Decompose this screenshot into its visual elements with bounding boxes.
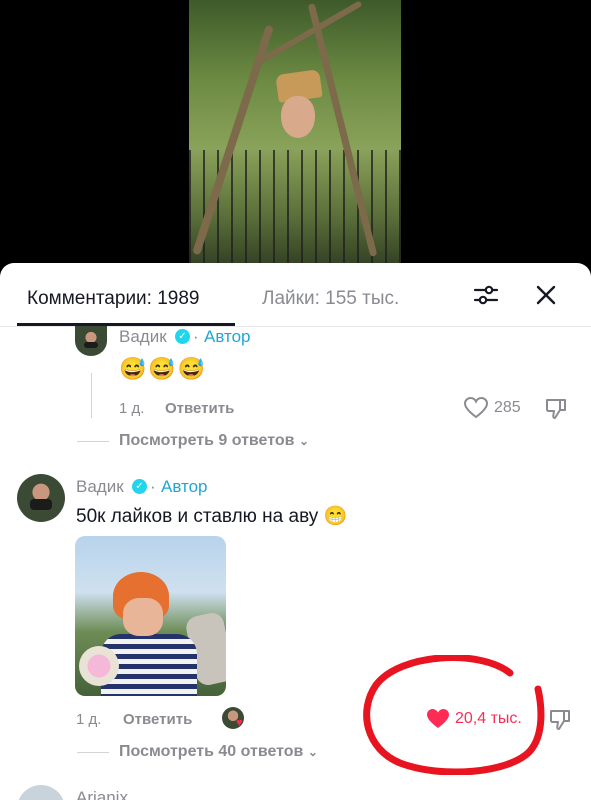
video-player[interactable] xyxy=(189,0,401,270)
separator-dot: · xyxy=(150,477,156,496)
close-icon[interactable] xyxy=(533,282,559,308)
view-replies-label: Посмотреть 9 ответов xyxy=(119,432,295,449)
thread-line xyxy=(91,373,92,418)
comment-author[interactable]: Вадик xyxy=(119,327,167,347)
heart-outline-icon[interactable] xyxy=(463,396,489,420)
separator-dot: · xyxy=(193,327,199,346)
view-replies-button[interactable]: Посмотреть 9 ответов ⌄ xyxy=(119,432,309,450)
replies-line xyxy=(77,441,109,442)
annotation-circle xyxy=(363,655,545,775)
comment-author[interactable]: Вадик xyxy=(76,477,124,497)
comment-date: 1 д. xyxy=(119,400,145,417)
video-person-face xyxy=(281,96,315,138)
comment-text: 50к лайков и ставлю на аву 😁 xyxy=(76,506,348,527)
view-replies-label: Посмотреть 40 ответов xyxy=(119,743,304,760)
avatar[interactable] xyxy=(17,785,65,800)
sliders-icon[interactable] xyxy=(472,281,500,309)
avatar-mask xyxy=(83,341,99,349)
avatar-mask xyxy=(30,498,52,510)
creator-liked-heart-icon: ♥ xyxy=(236,717,243,729)
comment-text: 😅😅😅 xyxy=(119,356,208,381)
verified-check-icon: ✓ xyxy=(175,329,190,344)
reply-button[interactable]: Ответить xyxy=(165,400,234,417)
chevron-down-icon: ⌄ xyxy=(307,745,318,759)
tab-comments[interactable]: Комментарии: 1989 xyxy=(27,288,200,310)
like-count: 285 xyxy=(494,399,521,416)
photo-face xyxy=(123,598,163,636)
comment-photo[interactable] xyxy=(75,536,226,696)
author-tag: Автор xyxy=(204,327,251,346)
sheet-header: Комментарии: 1989 Лайки: 155 тыс. xyxy=(0,263,591,327)
verified-check-icon: ✓ xyxy=(132,479,147,494)
view-replies-button[interactable]: Посмотреть 40 ответов ⌄ xyxy=(119,743,318,761)
chevron-down-icon: ⌄ xyxy=(298,434,309,448)
photo-flower xyxy=(79,646,119,686)
avatar[interactable] xyxy=(17,474,65,522)
replies-line xyxy=(77,752,109,753)
comment-date: 1 д. xyxy=(76,711,102,728)
tab-likes[interactable]: Лайки: 155 тыс. xyxy=(262,288,399,310)
thumbs-down-icon[interactable] xyxy=(548,707,572,731)
thumbs-down-icon[interactable] xyxy=(544,396,568,420)
reply-button[interactable]: Ответить xyxy=(123,711,192,728)
avatar[interactable] xyxy=(75,326,107,356)
comment-author[interactable]: Arianix xyxy=(76,788,128,800)
author-tag: Автор xyxy=(161,477,208,496)
